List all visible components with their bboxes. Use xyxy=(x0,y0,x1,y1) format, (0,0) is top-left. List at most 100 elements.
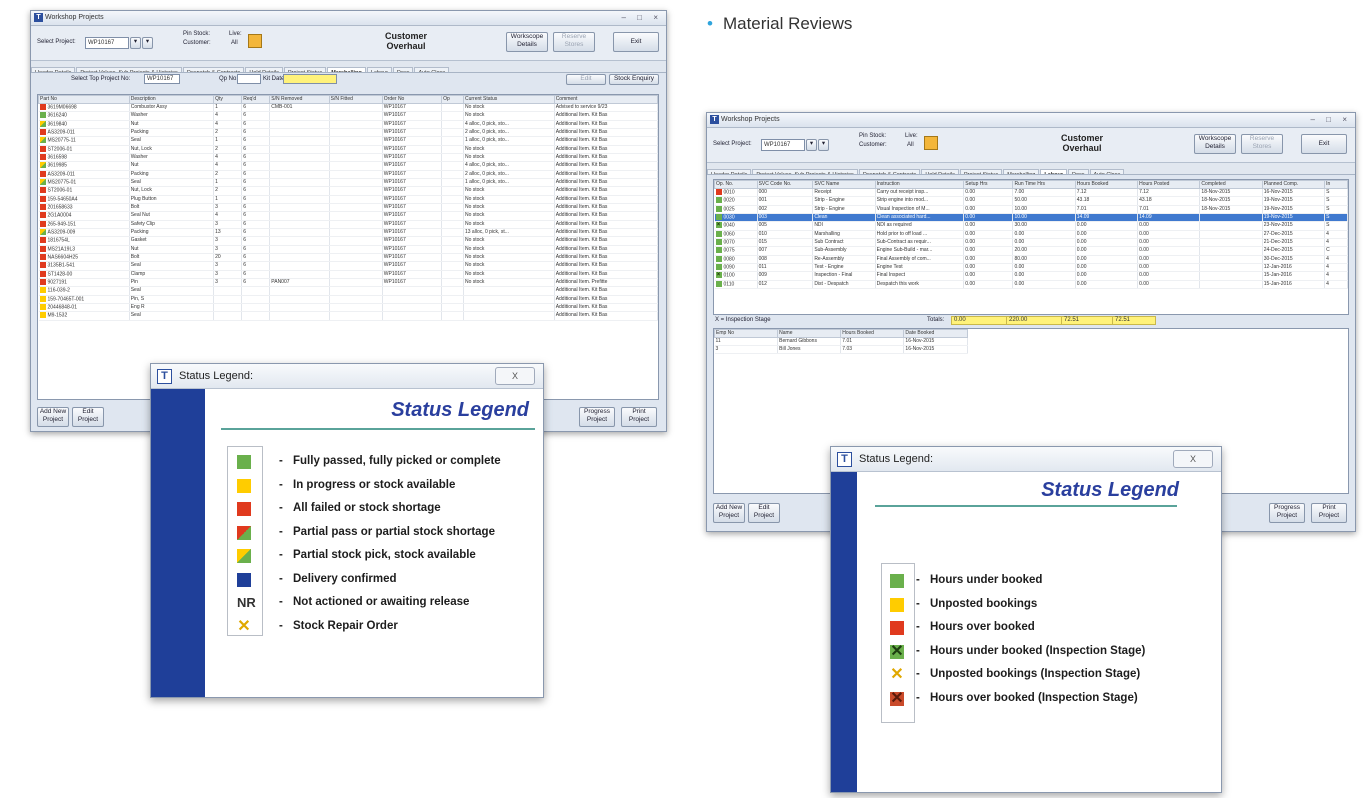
project-dropdown-button[interactable]: ▾ xyxy=(130,37,141,49)
select-project-input[interactable]: WP10167 xyxy=(761,139,805,151)
table-row[interactable]: ST2006-01 Nut, Lock 2 6 WP10167 No stock Addit… xyxy=(38,145,658,154)
table-row[interactable]: 1816754L Gasket 3 6 WP10167 No stock Additiona… xyxy=(38,236,658,246)
print-project-button[interactable]: Print Project xyxy=(1311,503,1347,523)
table-row[interactable]: MS21A19L3 Nut 3 6 WP10167 No stock Additional … xyxy=(38,245,658,254)
table-row[interactable]: 0030 003 Clean Clean associated hard... 0.00… xyxy=(714,213,1348,223)
column-header[interactable]: Description xyxy=(128,95,215,104)
all-select[interactable]: All xyxy=(231,40,238,46)
table-row[interactable]: 3619M06698 Combustor Assy 1 6 CMB-001 WP10167… xyxy=(38,103,658,113)
table-row[interactable]: 116-039-2 Seal Additional Item. Kit Bas xyxy=(38,286,658,296)
progress-project-button[interactable]: Progress Project xyxy=(579,407,615,427)
table-row[interactable]: 0025 002 Strip - Engine Visual Inspection o… xyxy=(714,205,1348,215)
table-row[interactable]: AS3209-011 Packing 2 6 WP10167 2 alloc, 0 pic… xyxy=(38,128,658,138)
column-header[interactable]: Date Booked xyxy=(903,329,968,338)
table-row[interactable]: 159-70465T-001 Pin, S Additional Item. Kit… xyxy=(38,295,658,304)
legend-close-button[interactable]: X xyxy=(1173,450,1213,468)
print-project-button[interactable]: Print Project xyxy=(621,407,657,427)
table-row[interactable]: 0070 015 Sub Contract Sub-Contract as requi… xyxy=(714,238,1348,248)
table-row[interactable]: AS3209-011 Packing 2 6 WP10167 2 alloc, 0 pic… xyxy=(38,170,658,179)
tab-docs[interactable]: Docs xyxy=(1067,169,1089,174)
column-header[interactable]: SVC Name xyxy=(812,180,876,189)
column-header[interactable]: Qty xyxy=(213,95,243,104)
table-row[interactable]: 2G1A0004 Seal Nut 4 6 WP10167 No stock Additio… xyxy=(38,211,658,221)
column-header[interactable]: Name xyxy=(777,329,842,338)
column-header[interactable]: Comment xyxy=(553,95,658,104)
table-row[interactable]: MS20775-11 Seal 1 6 WP10167 1 alloc, 0 pick, … xyxy=(38,136,658,146)
column-header[interactable]: Instruction xyxy=(874,180,965,189)
all-select[interactable]: All xyxy=(907,142,914,148)
table-row[interactable]: 0080 008 Re-Assembly Final Assembly of com.… xyxy=(714,255,1348,264)
close-icon[interactable]: × xyxy=(653,11,658,25)
column-header[interactable]: Op. No. xyxy=(714,180,758,189)
select-project-input[interactable]: WP10167 xyxy=(85,37,129,49)
project-list-button[interactable]: ▾ xyxy=(142,37,153,49)
column-header[interactable]: Planned Comp. xyxy=(1261,180,1326,189)
legend-close-button[interactable]: X xyxy=(495,367,535,385)
maximize-icon[interactable]: □ xyxy=(1326,113,1331,127)
table-row[interactable]: × 0100 009 Inspection - Final Final Inspect 0… xyxy=(714,271,1348,281)
kit-date-input[interactable] xyxy=(283,74,337,84)
table-row[interactable]: 0020 001 Strip - Engine Strip engine into m… xyxy=(714,196,1348,206)
table-row[interactable]: ST1428-00 Clamp 3 6 WP10167 No stock Additiona… xyxy=(38,270,658,279)
column-header[interactable]: Req'd xyxy=(241,95,271,104)
table-row[interactable]: NAS6604H25 Bolt 20 6 WP10167 No stock Addition… xyxy=(38,253,658,263)
exit-button[interactable]: Exit xyxy=(1301,134,1347,154)
folder-icon[interactable] xyxy=(924,136,938,150)
column-header[interactable]: Completed xyxy=(1199,180,1263,189)
table-row[interactable]: 20446848-01 Eng R Additional Item. Kit Bas xyxy=(38,303,658,313)
tab-hold-details[interactable]: Hold Details xyxy=(921,169,959,174)
tab-project-status[interactable]: Project Status xyxy=(959,169,1003,174)
close-icon[interactable]: × xyxy=(1342,113,1347,127)
table-row[interactable]: 265-949-151 Safety Clip 3 6 WP10167 No stock A… xyxy=(38,220,658,229)
table-row[interactable]: 3619985 Nut 4 6 WP10167 4 alloc, 0 pick, sto.… xyxy=(38,161,658,171)
tab-header-details[interactable]: Header Details xyxy=(707,169,752,174)
minimize-icon[interactable]: – xyxy=(1311,113,1315,127)
table-row[interactable]: 9027191 Pin 3 6 PAN007 WP10167 No stock Additio… xyxy=(38,278,658,288)
project-list-button[interactable]: ▾ xyxy=(818,139,829,151)
qp-input[interactable] xyxy=(237,74,261,84)
column-header[interactable]: Hours Booked xyxy=(840,329,905,338)
column-header[interactable]: Hours Booked xyxy=(1074,180,1139,189)
tab-auto-close[interactable]: Auto Close xyxy=(1089,169,1125,174)
workscope-details-button[interactable]: Workscope Details xyxy=(1194,134,1236,154)
table-row[interactable]: 3 Bill Jones 7.03 16-Nov-2015 xyxy=(714,345,968,354)
column-header[interactable]: SVC Code No. xyxy=(756,180,814,189)
exit-button[interactable]: Exit xyxy=(613,32,659,52)
table-row[interactable]: 159-54650A4 Plug Button 1 6 WP10167 No stock A… xyxy=(38,195,658,204)
column-header[interactable]: Current Status xyxy=(462,95,555,104)
add-new-project-button[interactable]: Add New Project xyxy=(713,503,745,523)
top-project-input[interactable]: WP10167 xyxy=(144,74,180,84)
folder-icon[interactable] xyxy=(248,34,262,48)
table-row[interactable]: M9-1532 Seal Additional Item. Kit Bas xyxy=(38,311,658,321)
column-header[interactable]: Part No xyxy=(38,95,130,104)
table-row[interactable]: AS3209-009 Packing 13 6 WP10167 13 alloc, 0 p… xyxy=(38,228,658,238)
tab-marshalling[interactable]: Marshalling xyxy=(1003,169,1040,174)
table-row[interactable]: 3616598 Washer 4 6 WP10167 No stock Additional… xyxy=(38,153,658,163)
column-header[interactable]: Emp No xyxy=(714,329,779,338)
edit-project-button[interactable]: Edit Project xyxy=(72,407,104,427)
reserve-stores-button[interactable]: Reserve Stores xyxy=(1241,134,1283,154)
column-header[interactable]: Run Time Hrs xyxy=(1012,180,1076,189)
table-row[interactable]: ST2006-01 Nut, Lock 2 6 WP10167 No stock Addit… xyxy=(38,186,658,196)
table-row[interactable]: MS20775-01 Seal 1 6 WP10167 1 alloc, 0 pick, … xyxy=(38,178,658,188)
stock-enquiry-button[interactable]: Stock Enquiry xyxy=(609,74,659,85)
table-row[interactable]: 0090 011 Test - Engine Engine Test 0.00 0.00 0… xyxy=(714,263,1348,273)
edit-button[interactable]: Edit xyxy=(566,74,606,85)
tab-project-values-sub-projects-histories[interactable]: Project Values, Sub Projects & Histories xyxy=(752,169,858,174)
tab-labour[interactable]: Labour xyxy=(1040,169,1067,174)
column-header[interactable]: Order No xyxy=(381,95,443,104)
table-row[interactable]: × 0040 005 NDI NDI as required 0.00 30.00 0.00 0… xyxy=(714,221,1348,231)
column-header[interactable]: S/N Fitted xyxy=(328,95,383,104)
tab-despatch-contracts[interactable]: Despatch & Contracts xyxy=(858,169,921,174)
column-header[interactable]: In xyxy=(1324,180,1348,189)
reserve-stores-button[interactable]: Reserve Stores xyxy=(553,32,595,52)
table-row[interactable]: 3616240 Washer 4 6 WP10167 No stock Additional… xyxy=(38,111,658,121)
table-row[interactable]: 11 Bernard Gibbons 7.01 16-Nov-2015 xyxy=(714,337,968,346)
table-row[interactable]: 0075 007 Sub-Assembly Engine Sub-Build - ma… xyxy=(714,246,1348,256)
column-header[interactable]: Hours Posted xyxy=(1137,180,1201,189)
progress-project-button[interactable]: Progress Project xyxy=(1269,503,1305,523)
project-dropdown-button[interactable]: ▾ xyxy=(806,139,817,151)
workscope-details-button[interactable]: Workscope Details xyxy=(506,32,548,52)
table-row[interactable]: 0110 012 Dist - Despatch Despatch this work… xyxy=(714,280,1348,289)
column-header[interactable]: Setup Hrs xyxy=(963,180,1014,189)
